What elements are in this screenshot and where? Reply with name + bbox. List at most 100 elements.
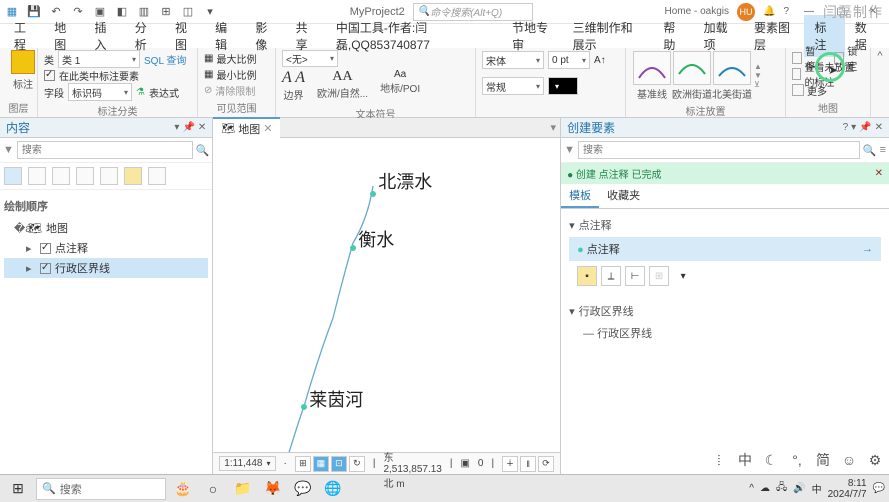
tray-vol-icon[interactable]: 🔊: [793, 483, 805, 494]
tb-source-icon[interactable]: [28, 167, 46, 185]
clock-date[interactable]: 2024/7/7: [828, 489, 867, 500]
taskbar-search[interactable]: 🔍 搜索: [36, 478, 166, 500]
placement-1[interactable]: [633, 51, 671, 85]
rp-close-icon[interactable]: ✕: [875, 122, 883, 133]
max-scale[interactable]: 最大比例: [216, 51, 256, 66]
tool-grid[interactable]: ⊞: [649, 266, 669, 286]
gallery-more[interactable]: ⊻: [754, 80, 762, 89]
rp-pin-icon[interactable]: 📌: [859, 122, 871, 133]
collapse2-icon[interactable]: ▾: [569, 305, 575, 318]
rp-filter-icon[interactable]: ▼: [564, 144, 575, 156]
rp-opts-icon[interactable]: ≡: [880, 144, 886, 156]
punct-icon[interactable]: °,: [787, 450, 807, 470]
tb-list-icon[interactable]: [4, 167, 22, 185]
tab-favorites[interactable]: 收藏夹: [599, 184, 648, 208]
label-button[interactable]: 标注: [6, 50, 40, 91]
class-combo[interactable]: 类 1▾: [58, 50, 140, 68]
sb-i3[interactable]: ⊡: [331, 456, 347, 472]
clock-time[interactable]: 8:11: [828, 478, 867, 489]
gear-icon[interactable]: ⚙: [865, 450, 885, 470]
sb-i4[interactable]: ↻: [349, 456, 365, 472]
tray-cloud-icon[interactable]: ☁: [760, 483, 770, 494]
pause-icon[interactable]: [792, 52, 802, 64]
tab-templates[interactable]: 模板: [561, 184, 599, 208]
task-wechat-icon[interactable]: 💬: [290, 477, 316, 501]
sb-refresh[interactable]: ⟳: [538, 456, 554, 472]
expr-icon[interactable]: ⚗: [136, 87, 145, 98]
field-combo[interactable]: 标识码▾: [68, 83, 132, 101]
label-check[interactable]: [44, 70, 55, 81]
layer-point-check[interactable]: [40, 243, 51, 254]
arrow-icon[interactable]: →: [862, 243, 873, 255]
expander2-icon[interactable]: ▸: [26, 242, 36, 255]
task-cake-icon[interactable]: 🎂: [170, 477, 196, 501]
tool-end[interactable]: ⟂: [601, 266, 621, 286]
create-search[interactable]: [578, 141, 860, 159]
expander3-icon[interactable]: ▸: [26, 262, 36, 275]
emoji-icon[interactable]: ☺: [839, 450, 859, 470]
map-node[interactable]: �á 🗺 地图: [4, 218, 208, 238]
zoom-in-icon[interactable]: ▦: [204, 53, 213, 64]
sb-pause[interactable]: ‖: [520, 456, 536, 472]
more-icon[interactable]: [792, 84, 804, 96]
layer-point[interactable]: ▸ 点注释: [4, 238, 208, 258]
pane-menu-icon[interactable]: ▾: [174, 122, 179, 133]
tool-point[interactable]: ▪: [577, 266, 597, 286]
zoom-out-icon[interactable]: ▦: [204, 69, 213, 80]
text-style-2[interactable]: AA: [317, 69, 368, 85]
rp-menu-icon[interactable]: ▾: [851, 122, 856, 133]
text-style-1[interactable]: A A: [282, 69, 305, 87]
ime-btn[interactable]: 中: [735, 450, 755, 470]
map-tabs-menu-icon[interactable]: ▾: [547, 121, 561, 134]
pane-close-icon[interactable]: ✕: [198, 122, 206, 133]
text-style-3[interactable]: Aa: [380, 69, 420, 80]
expression-link[interactable]: 表达式: [149, 85, 179, 100]
layer-boundary[interactable]: ▸ 行政区界线: [4, 258, 208, 278]
weight-combo[interactable]: 常规▾: [482, 77, 544, 95]
moon-icon[interactable]: ☾: [761, 450, 781, 470]
rp-help-icon[interactable]: ?: [843, 122, 849, 133]
template-boundary[interactable]: — 行政区界线: [569, 323, 881, 343]
font-combo[interactable]: 宋体▾: [482, 51, 544, 69]
clear-icon[interactable]: ⊘: [204, 85, 212, 96]
task-edge-icon[interactable]: 🌐: [320, 477, 346, 501]
filter-icon[interactable]: ▼: [3, 144, 14, 156]
collapse-ribbon-icon[interactable]: ^: [877, 50, 882, 62]
expander-icon[interactable]: �á: [14, 222, 24, 235]
tb-snap-icon[interactable]: [100, 167, 118, 185]
map-tab[interactable]: 🗺 地图 ✕: [213, 117, 280, 139]
tray-up-icon[interactable]: ^: [749, 483, 754, 494]
map-canvas[interactable]: 北漂水 衡水 莱茵河: [213, 138, 560, 452]
gallery-dn[interactable]: ▼: [754, 71, 762, 80]
rp-search-icon[interactable]: 🔍: [863, 144, 877, 157]
scale-input[interactable]: 1:11,448▾: [219, 456, 275, 471]
collapse-icon[interactable]: ▾: [569, 219, 575, 232]
sb-i1[interactable]: ⊞: [295, 456, 311, 472]
task-cortana-icon[interactable]: ○: [200, 477, 226, 501]
placement-2[interactable]: [673, 51, 711, 85]
color-combo[interactable]: ▾: [548, 77, 578, 95]
task-explorer-icon[interactable]: 📁: [230, 477, 256, 501]
section-boundary[interactable]: ▾行政区界线: [569, 303, 881, 319]
min-scale[interactable]: 最小比例: [216, 67, 256, 82]
task-firefox-icon[interactable]: 🦊: [260, 477, 286, 501]
msg-close-icon[interactable]: ✕: [875, 168, 883, 179]
tb-edit-icon[interactable]: [76, 167, 94, 185]
tray-ime[interactable]: 中: [812, 481, 822, 496]
tb-sel-icon[interactable]: [52, 167, 70, 185]
tray-notif-icon[interactable]: 💬: [873, 483, 885, 494]
sb-snap[interactable]: ∔: [502, 456, 518, 472]
layer-boundary-check[interactable]: [40, 263, 51, 274]
font-grow-icon[interactable]: A↑: [594, 55, 606, 66]
tray-net-icon[interactable]: 🖧: [776, 480, 787, 497]
size-combo[interactable]: 0 pt▾: [548, 51, 590, 69]
start-button[interactable]: ⊞: [4, 477, 32, 501]
sql-link[interactable]: SQL 查询: [144, 52, 186, 67]
clear-limit[interactable]: 清除限制: [215, 83, 255, 98]
placement-3[interactable]: [713, 51, 751, 85]
style-combo[interactable]: <无>▾: [282, 50, 338, 67]
map-tab-close-icon[interactable]: ✕: [263, 122, 272, 135]
simp-btn[interactable]: 简: [813, 450, 833, 470]
pane-pin-icon[interactable]: 📌: [182, 122, 194, 133]
template-point[interactable]: ● 点注释 →: [569, 237, 881, 261]
